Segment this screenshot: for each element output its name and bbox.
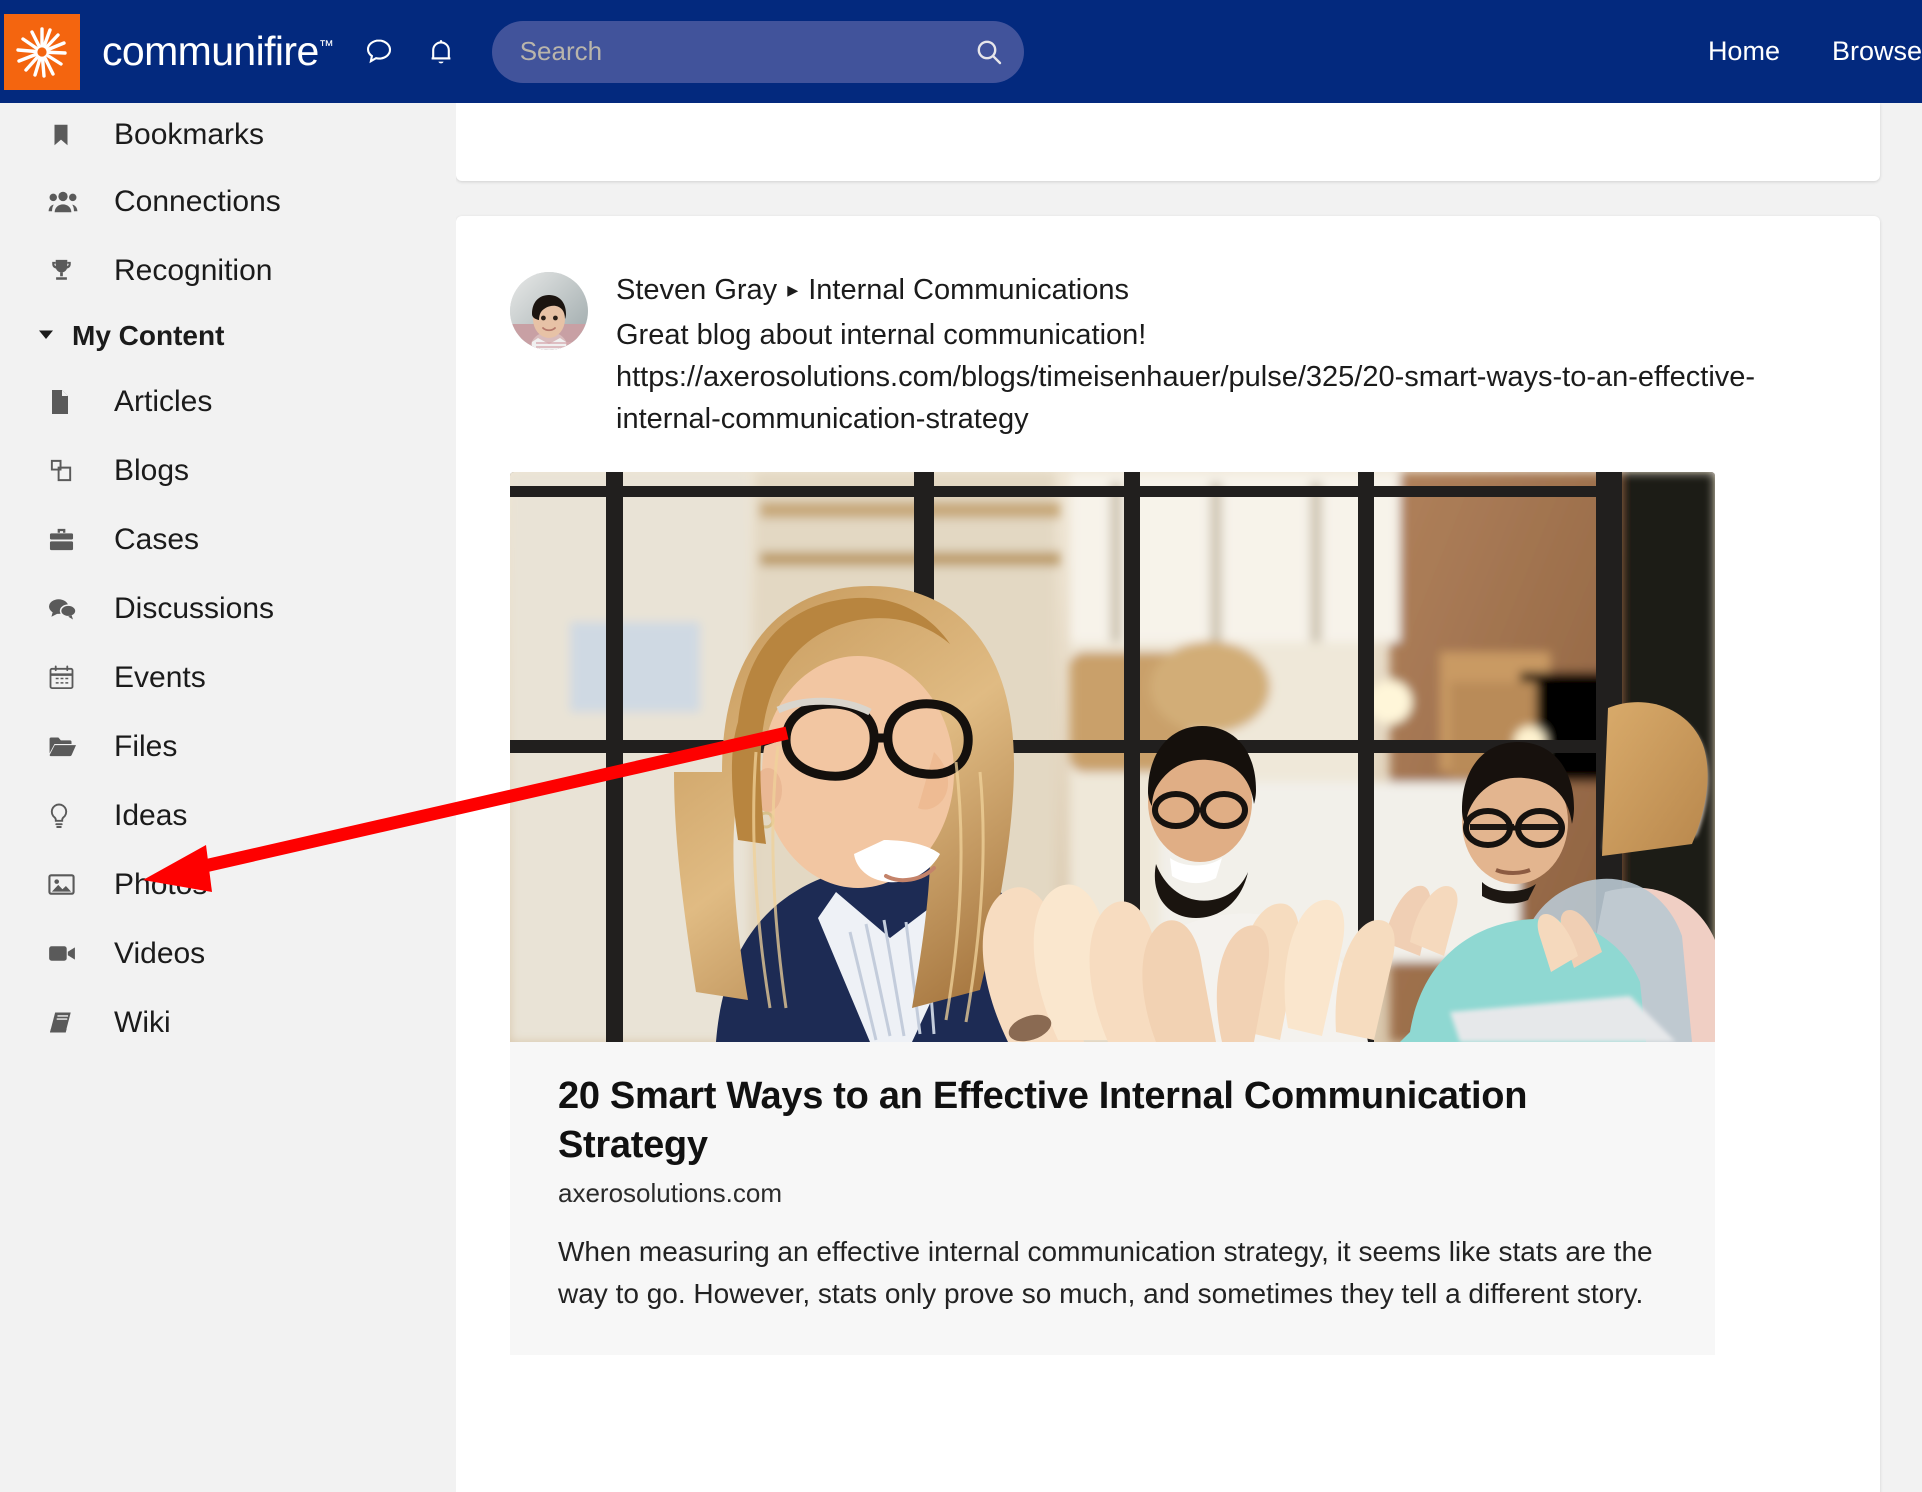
sidebar-item-label: Bookmarks [114,118,265,151]
link-preview-description: When measuring an effective internal com… [558,1235,1653,1309]
search-icon[interactable] [954,21,1024,83]
top-navigation-bar: communifire™ Home [0,0,1922,103]
sidebar-item-label: Recognition [114,253,273,287]
sidebar-item-events[interactable]: Events [0,643,456,712]
sidebar-item-label: Discussions [114,591,275,625]
nav-browse[interactable]: Browse [1806,36,1922,67]
blogs-icon [48,454,88,488]
sidebar-item-label: Cases [114,522,200,556]
brand-name-text: communifire [102,28,319,74]
chat-bubble-icon[interactable] [362,35,396,69]
brand-tm: ™ [318,37,334,55]
sidebar-item-label: Blogs [114,453,190,487]
sidebar-item-videos[interactable]: Videos [0,919,456,988]
sidebar-item-label: Videos [114,936,206,970]
left-sidebar: Bookmarks Connections Recognition My Con… [0,103,456,1492]
sidebar-item-label: Events [114,660,206,694]
previous-post-card [456,103,1880,181]
post-space[interactable]: Internal Communications [808,274,1129,306]
sidebar-item-label: Photos [114,867,208,901]
sidebar-item-label: Articles [114,384,213,418]
post-text: Great blog about internal communication!… [616,319,1756,435]
sidebar-item-recognition[interactable]: Recognition [0,236,456,305]
trophy-icon [48,254,88,288]
image-icon [48,868,88,902]
post-meta: Steven Gray ▸ Internal Communications [616,272,1796,309]
post-image[interactable] [510,472,1715,1043]
sidebar-item-wiki[interactable]: Wiki [0,988,456,1057]
sidebar-item-discussions[interactable]: Discussions [0,574,456,643]
primary-nav: Home Browse [1682,0,1922,103]
communifire-page: communifire™ Home [0,0,1922,1492]
sidebar-item-cases[interactable]: Cases [0,505,456,574]
sidebar-item-label: Connections [114,184,281,218]
bookmark-icon [48,118,88,152]
breadcrumb-arrow-icon: ▸ [787,277,799,302]
book-icon [48,1006,88,1040]
caret-down-icon [36,324,62,349]
sidebar-group-label: My Content [72,320,225,351]
sidebar-item-ideas[interactable]: Ideas [0,781,456,850]
link-preview-title[interactable]: 20 Smart Ways to an Effective Internal C… [558,1072,1675,1169]
document-icon [48,385,88,419]
link-preview-domain: axerosolutions.com [558,1177,782,1208]
video-camera-icon [48,937,88,971]
users-icon [48,185,88,219]
link-preview-card[interactable]: 20 Smart Ways to an Effective Internal C… [510,1042,1715,1355]
starburst-icon[interactable] [4,13,80,90]
sidebar-item-articles[interactable]: Articles [0,367,456,436]
activity-feed: Steven Gray ▸ Internal Communications Grea… [456,103,1922,1492]
briefcase-icon [48,523,88,557]
sidebar-item-blogs[interactable]: Blogs [0,436,456,505]
post-header: Steven Gray ▸ Internal Communications Grea… [456,216,1880,440]
sidebar-group-my-content[interactable]: My Content [0,305,456,367]
folder-open-icon [48,730,88,764]
sidebar-item-photos[interactable]: Photos [0,850,456,919]
calendar-icon [48,661,88,695]
comments-icon [48,592,88,626]
post-author[interactable]: Steven Gray [616,274,777,306]
sidebar-item-label: Wiki [114,1005,171,1039]
avatar[interactable] [510,272,588,350]
sidebar-item-label: Files [114,729,178,763]
sidebar-item-bookmarks[interactable]: Bookmarks [0,103,456,167]
post-body: Steven Gray ▸ Internal Communications Grea… [616,272,1856,440]
search-input[interactable] [491,20,954,83]
search-bar[interactable] [491,20,1024,83]
lightbulb-icon [48,799,88,833]
notification-bell-icon[interactable] [424,35,458,69]
sidebar-item-connections[interactable]: Connections [0,167,456,236]
sidebar-item-label: Ideas [114,798,188,832]
sidebar-item-files[interactable]: Files [0,712,456,781]
brand-wordmark[interactable]: communifire™ [102,28,334,75]
post-card: Steven Gray ▸ Internal Communications Grea… [456,216,1880,1492]
nav-home[interactable]: Home [1682,36,1806,67]
